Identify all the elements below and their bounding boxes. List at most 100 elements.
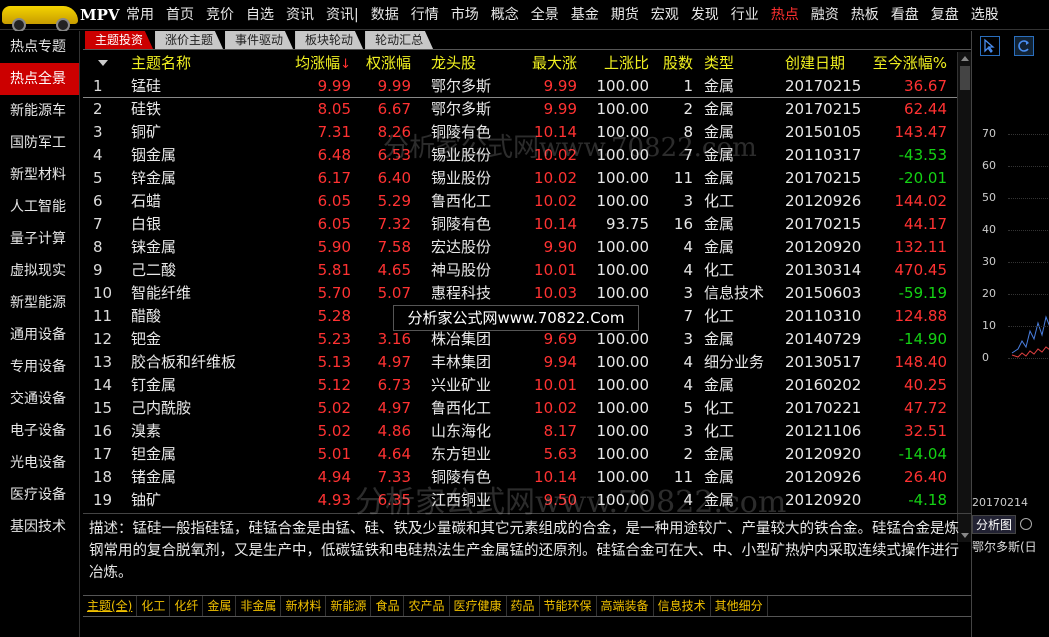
category-12[interactable]: 高端装备 bbox=[597, 596, 654, 616]
cell-lead: 锡业股份 bbox=[431, 169, 492, 187]
tab-analysis-chart[interactable]: 分析图 bbox=[972, 514, 1017, 534]
sidebar-item-6[interactable]: 量子计算 bbox=[0, 223, 79, 255]
sidebar-item-9[interactable]: 通用设备 bbox=[0, 319, 79, 351]
col-name-header[interactable]: 主题名称 bbox=[131, 52, 281, 75]
menu-item-16[interactable]: 热点 bbox=[765, 0, 805, 30]
col-wgt-header[interactable]: 权涨幅 bbox=[353, 52, 411, 75]
menu-item-8[interactable]: 市场 bbox=[445, 0, 485, 30]
menu-item-3[interactable]: 自选 bbox=[240, 0, 280, 30]
sidebar-item-4[interactable]: 新型材料 bbox=[0, 159, 79, 191]
menu-item-0[interactable]: 常用 bbox=[120, 0, 160, 30]
table-row[interactable]: 8 铼金属 5.90 7.58 宏达股份 9.90 100.00 4 金属 20120920 132… bbox=[83, 236, 971, 259]
sidebar-item-12[interactable]: 电子设备 bbox=[0, 415, 79, 447]
col-date-header[interactable]: 创建日期 bbox=[785, 52, 865, 75]
cell-idx: 1 bbox=[93, 77, 103, 95]
sidebar-item-2[interactable]: 新能源车 bbox=[0, 95, 79, 127]
sidebar-item-11[interactable]: 交通设备 bbox=[0, 383, 79, 415]
menu-item-14[interactable]: 发现 bbox=[685, 0, 725, 30]
category-11[interactable]: 节能环保 bbox=[540, 596, 597, 616]
table-scrollbar[interactable] bbox=[957, 52, 971, 542]
table-row[interactable]: 18 锗金属 4.94 7.33 铜陵有色 10.14 100.00 11 金属 20120926… bbox=[83, 466, 971, 489]
scroll-thumb[interactable] bbox=[960, 66, 970, 90]
sidebar-item-5[interactable]: 人工智能 bbox=[0, 191, 79, 223]
category-0[interactable]: 主题(全) bbox=[83, 596, 138, 616]
table-row[interactable]: 5 锌金属 6.17 6.40 锡业股份 10.02 100.00 11 金属 20170215 -… bbox=[83, 167, 971, 190]
menu-item-7[interactable]: 行情 bbox=[405, 0, 445, 30]
menu-item-13[interactable]: 宏观 bbox=[645, 0, 685, 30]
cell-wgt: 9.99 bbox=[377, 77, 411, 95]
category-7[interactable]: 食品 bbox=[371, 596, 405, 616]
table-row[interactable]: 12 钯金 5.23 3.16 株冶集团 9.69 100.00 3 金属 20140729 -14… bbox=[83, 328, 971, 351]
col-cnt-header[interactable]: 股数 bbox=[651, 52, 693, 75]
category-5[interactable]: 新材料 bbox=[281, 596, 327, 616]
category-13[interactable]: 信息技术 bbox=[654, 596, 711, 616]
table-row[interactable]: 3 铜矿 7.31 8.26 铜陵有色 10.14 100.00 8 金属 20150105 143… bbox=[83, 121, 971, 144]
app-logo[interactable]: MPV bbox=[0, 0, 120, 32]
menu-item-4[interactable]: 资讯 bbox=[280, 0, 320, 30]
sidebar-item-10[interactable]: 专用设备 bbox=[0, 351, 79, 383]
sidebar-item-15[interactable]: 基因技术 bbox=[0, 511, 79, 543]
refresh-icon[interactable] bbox=[1014, 36, 1034, 56]
menu-item-20[interactable]: 复盘 bbox=[925, 0, 965, 30]
sidebar-item-3[interactable]: 国防军工 bbox=[0, 127, 79, 159]
category-4[interactable]: 非金属 bbox=[236, 596, 282, 616]
tab-4[interactable]: 轮动汇总 bbox=[365, 31, 434, 49]
menu-item-9[interactable]: 概念 bbox=[485, 0, 525, 30]
table-row[interactable]: 1 锰硅 9.99 9.99 鄂尔多斯 9.99 100.00 1 金属 20170215 36.6… bbox=[83, 75, 971, 98]
col-type-header[interactable]: 类型 bbox=[704, 52, 784, 75]
table-row[interactable]: 13 胶合板和纤维板 5.13 4.97 丰林集团 9.94 100.00 4 细分业务 2013… bbox=[83, 351, 971, 374]
category-1[interactable]: 化工 bbox=[137, 596, 171, 616]
menu-item-1[interactable]: 首页 bbox=[160, 0, 200, 30]
sidebar-item-14[interactable]: 医疗设备 bbox=[0, 479, 79, 511]
col-pct-header[interactable]: 至今涨幅% bbox=[867, 52, 947, 75]
menu-item-19[interactable]: 看盘 bbox=[885, 0, 925, 30]
menu-item-6[interactable]: 数据 bbox=[365, 0, 405, 30]
tab-2[interactable]: 事件驱动 bbox=[225, 31, 294, 49]
category-14[interactable]: 其他细分 bbox=[711, 596, 768, 616]
sidebar-item-0[interactable]: 热点专题 bbox=[0, 31, 79, 63]
col-avg-header[interactable]: 均涨幅↓ bbox=[281, 52, 351, 75]
table-row[interactable]: 14 钉金属 5.12 6.73 兴业矿业 10.01 100.00 4 金属 20160202 4… bbox=[83, 374, 971, 397]
table-row[interactable]: 2 硅铁 8.05 6.67 鄂尔多斯 9.99 100.00 2 金属 20170215 62.4… bbox=[83, 98, 971, 121]
scroll-up-icon[interactable] bbox=[961, 56, 969, 61]
category-10[interactable]: 药品 bbox=[507, 596, 540, 616]
table-row[interactable]: 10 智能纤维 5.70 5.07 惠程科技 10.03 100.00 3 信息技术 201506… bbox=[83, 282, 971, 305]
table-row[interactable]: 9 己二酸 5.81 4.65 神马股份 10.01 100.00 4 化工 20130314 47… bbox=[83, 259, 971, 282]
category-6[interactable]: 新能源 bbox=[326, 596, 372, 616]
cell-type: 金属 bbox=[704, 215, 735, 233]
menu-item-21[interactable]: 选股 bbox=[965, 0, 1005, 30]
col-lead-header[interactable]: 龙头股 bbox=[431, 52, 509, 75]
col-max-header[interactable]: 最大涨 bbox=[503, 52, 577, 75]
category-3[interactable]: 金属 bbox=[203, 596, 237, 616]
table-row[interactable]: 7 白银 6.05 7.32 铜陵有色 10.14 93.75 16 金属 20170215 44.… bbox=[83, 213, 971, 236]
sidebar-item-1[interactable]: 热点全景 bbox=[0, 63, 79, 95]
col-ratio-header[interactable]: 上涨比 bbox=[581, 52, 649, 75]
tab-1[interactable]: 涨价主题 bbox=[155, 31, 224, 49]
tab-0[interactable]: 主题投资 bbox=[85, 31, 154, 49]
category-8[interactable]: 农产品 bbox=[404, 596, 450, 616]
menu-item-15[interactable]: 行业 bbox=[725, 0, 765, 30]
category-9[interactable]: 医疗健康 bbox=[450, 596, 507, 616]
sidebar-item-8[interactable]: 新型能源 bbox=[0, 287, 79, 319]
table-row[interactable]: 16 溴素 5.02 4.86 山东海化 8.17 100.00 3 化工 20121106 32.… bbox=[83, 420, 971, 443]
table-row[interactable]: 15 己内酰胺 5.02 4.97 鲁西化工 10.02 100.00 5 化工 20170221… bbox=[83, 397, 971, 420]
menu-item-2[interactable]: 竞价 bbox=[200, 0, 240, 30]
table-row[interactable]: 19 铀矿 4.93 6.35 江西铜业 9.50 100.00 4 金属 20120920 -4.… bbox=[83, 489, 971, 512]
menu-item-11[interactable]: 基金 bbox=[565, 0, 605, 30]
table-row[interactable]: 6 石蜡 6.05 5.29 鲁西化工 10.02 100.00 3 化工 20120926 144… bbox=[83, 190, 971, 213]
menu-item-17[interactable]: 融资 bbox=[805, 0, 845, 30]
sidebar-item-13[interactable]: 光电设备 bbox=[0, 447, 79, 479]
table-row[interactable]: 17 钽金属 5.01 4.64 东方钽业 5.63 100.00 2 金属 20120920 -1… bbox=[83, 443, 971, 466]
cell-max: 9.94 bbox=[543, 353, 577, 371]
menu-item-5[interactable]: 资讯| bbox=[320, 0, 365, 30]
clock-icon[interactable] bbox=[1020, 518, 1033, 530]
table-row[interactable]: 4 铟金属 6.48 6.53 锡业股份 10.02 100.00 7 金属 20110317 -4… bbox=[83, 144, 971, 167]
sort-menu-icon[interactable] bbox=[98, 60, 108, 66]
menu-item-10[interactable]: 全景 bbox=[525, 0, 565, 30]
menu-item-18[interactable]: 热板 bbox=[845, 0, 885, 30]
category-2[interactable]: 化纤 bbox=[170, 596, 204, 616]
menu-item-12[interactable]: 期货 bbox=[605, 0, 645, 30]
sidebar-item-7[interactable]: 虚拟现实 bbox=[0, 255, 79, 287]
cursor-icon[interactable] bbox=[980, 36, 1000, 56]
tab-3[interactable]: 板块轮动 bbox=[295, 31, 364, 49]
